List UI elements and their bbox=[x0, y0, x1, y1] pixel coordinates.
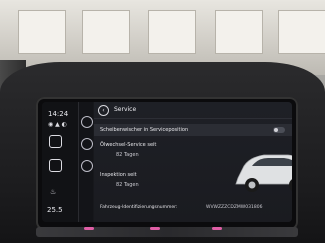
service-panel: ‹ Service Scheibenwischer in Serviceposi… bbox=[94, 102, 292, 222]
back-icon[interactable]: ‹ bbox=[98, 105, 109, 116]
climate-control-strip bbox=[36, 227, 298, 237]
item-label: Scheibenwischer in Serviceposition bbox=[100, 127, 189, 133]
panel-header: ‹ Service bbox=[94, 102, 292, 119]
page-title: Service bbox=[114, 106, 137, 113]
window bbox=[215, 10, 263, 54]
window bbox=[148, 10, 196, 54]
status-icons: ◉ ▲ ◐ bbox=[48, 121, 67, 128]
tools-column bbox=[79, 102, 93, 222]
ambient-light bbox=[150, 227, 160, 230]
ambient-light bbox=[84, 227, 94, 230]
car-image bbox=[235, 154, 292, 192]
window bbox=[82, 10, 130, 54]
list-item-wiper[interactable]: Scheibenwischer in Serviceposition bbox=[94, 124, 292, 136]
seat-heat-icon[interactable]: ♨ bbox=[50, 188, 56, 196]
ambient-light bbox=[212, 227, 222, 230]
menu-box-icon[interactable] bbox=[49, 159, 62, 172]
item-label: Fahrzeug-Identifizierungsnummer: bbox=[100, 205, 178, 210]
menu-box-icon[interactable] bbox=[49, 135, 62, 148]
window bbox=[18, 10, 66, 54]
clock: 14:24 bbox=[48, 110, 69, 118]
status-sidebar: 14:24 ◉ ▲ ◐ ♨ 25.5 bbox=[42, 102, 79, 222]
list-item-vin: Fahrzeug-Identifizierungsnummer: WVWZZZC… bbox=[94, 204, 292, 216]
window bbox=[278, 10, 325, 54]
vehicle-icon[interactable] bbox=[81, 160, 93, 172]
toggle-switch[interactable] bbox=[273, 127, 285, 133]
item-value: 82 Tagen bbox=[116, 152, 139, 158]
infotainment-screen: 14:24 ◉ ▲ ◐ ♨ 25.5 ‹ Service Scheibenwis… bbox=[42, 102, 292, 222]
temperature: 25.5 bbox=[47, 206, 63, 214]
item-label: Ölwechsel-Service seit bbox=[100, 142, 157, 148]
item-value: 82 Tagen bbox=[116, 182, 139, 188]
vin-value: WVWZZZCDZMW031806 bbox=[206, 205, 263, 210]
service-icon[interactable] bbox=[81, 138, 93, 150]
settings-icon[interactable] bbox=[81, 116, 93, 128]
item-label: Inspektion seit bbox=[100, 172, 137, 178]
